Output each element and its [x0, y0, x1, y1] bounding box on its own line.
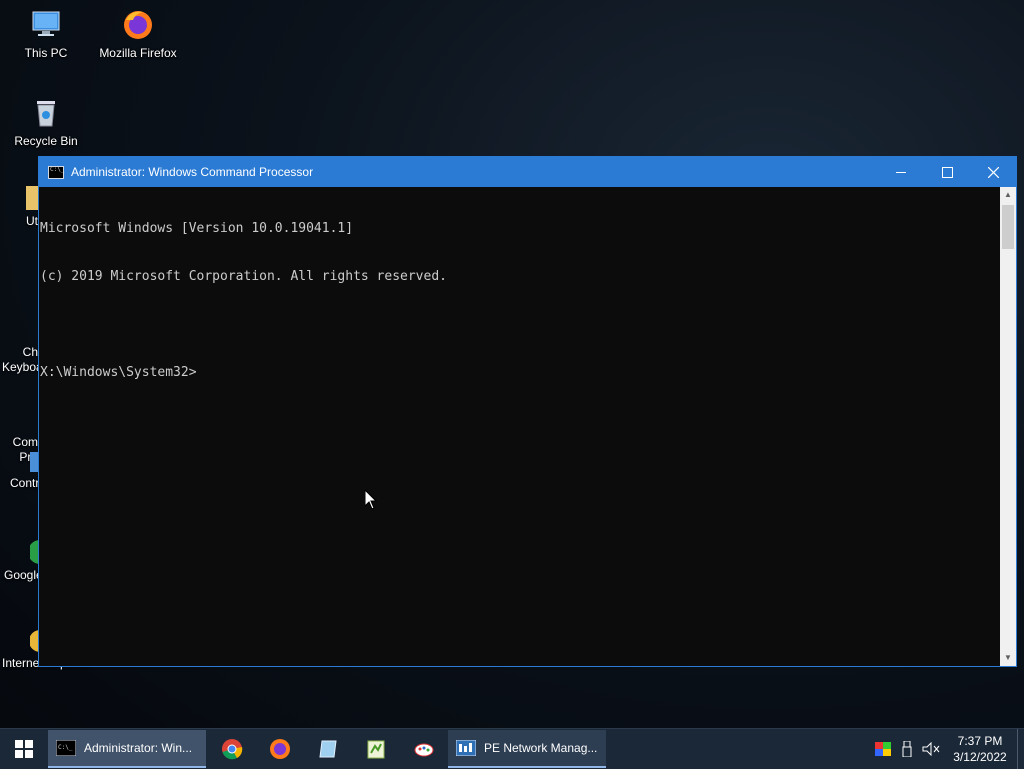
minimize-icon — [896, 171, 906, 173]
taskbar-pin-firefox[interactable] — [256, 729, 304, 769]
command-processor-window[interactable]: Administrator: Windows Command Processor… — [38, 156, 1017, 667]
firefox-icon — [121, 8, 155, 42]
desktop-icon-google-chrome[interactable]: Google — [4, 540, 43, 583]
this-pc-label: This PC — [24, 46, 68, 60]
chrome-icon — [222, 739, 243, 760]
tray-usb-icon[interactable] — [895, 729, 919, 769]
paint-icon — [414, 743, 434, 757]
notepad-icon — [319, 740, 337, 758]
console-line-version: Microsoft Windows [Version 10.0.19041.1] — [40, 221, 354, 236]
scroll-down-arrow-icon[interactable]: ▼ — [1000, 650, 1016, 666]
this-pc-icon — [29, 8, 63, 42]
firefox-icon — [270, 739, 290, 759]
maximize-button[interactable] — [924, 157, 970, 187]
minimize-button[interactable] — [878, 157, 924, 187]
console-prompt: X:\Windows\System32> — [40, 365, 197, 380]
desktop-icon-command-prompt[interactable]: Com Pro — [2, 364, 54, 465]
show-desktop-button[interactable] — [1017, 729, 1024, 769]
windows-logo-icon — [15, 740, 33, 758]
taskbar-item-command-processor[interactable]: C:\_ Administrator: Win... — [48, 730, 206, 768]
system-tray: 7:37 PM 3/12/2022 — [871, 729, 1024, 769]
taskbar-item-label: Administrator: Win... — [84, 741, 193, 755]
taskbar-pin-notepad-plus[interactable] — [352, 729, 400, 769]
close-button[interactable] — [970, 157, 1016, 187]
control-panel-label: Contr — [10, 476, 40, 490]
desktop-icon-keyboard[interactable]: Ch Keyboa — [2, 276, 54, 375]
clock-date: 3/12/2022 — [953, 750, 1007, 764]
tray-display-icon[interactable] — [871, 729, 895, 769]
console-output[interactable]: Microsoft Windows [Version 10.0.19041.1]… — [39, 187, 1000, 666]
console-prompt-line: X:\Windows\System32> — [40, 365, 1000, 381]
console-app-icon — [48, 165, 64, 179]
clock-time: 7:37 PM — [957, 734, 1003, 748]
recycle-bin-icon — [29, 96, 63, 130]
taskbar-pin-paint[interactable] — [400, 729, 448, 769]
google-label: Google — [4, 568, 43, 582]
console-taskbar-icon: C:\_ — [55, 739, 77, 757]
svg-text:C:\_: C:\_ — [58, 744, 73, 751]
mouse-cursor-icon — [365, 490, 377, 510]
desktop-icon-control-panel[interactable]: Contr — [10, 452, 40, 491]
taskbar-clock[interactable]: 7:37 PM 3/12/2022 — [943, 733, 1017, 765]
folder-icon — [26, 186, 38, 210]
desktop-icon-firefox[interactable]: Mozilla Firefox — [94, 8, 182, 60]
scroll-up-arrow-icon[interactable]: ▲ — [1000, 187, 1016, 203]
firefox-label: Mozilla Firefox — [99, 46, 177, 60]
close-icon — [987, 166, 999, 178]
window-titlebar[interactable]: Administrator: Windows Command Processor — [39, 157, 1016, 187]
network-manager-icon — [455, 739, 477, 757]
recycle-bin-label: Recycle Bin — [14, 134, 78, 148]
desktop-icon-this-pc[interactable]: This PC — [2, 8, 90, 60]
taskbar-pin-chrome[interactable] — [208, 729, 256, 769]
console-line-copyright: (c) 2019 Microsoft Corporation. All righ… — [40, 269, 447, 284]
start-button[interactable] — [0, 729, 48, 769]
vertical-scrollbar[interactable]: ▲ ▼ — [1000, 187, 1016, 666]
desktop-icon-recycle-bin[interactable]: Recycle Bin — [2, 96, 90, 148]
notepad-plus-icon — [367, 740, 385, 759]
taskbar-pin-notepad[interactable] — [304, 729, 352, 769]
console-line-blank — [40, 317, 1000, 333]
tray-volume-muted-icon[interactable] — [919, 729, 943, 769]
taskbar: C:\_ Administrator: Win... PE Network Ma… — [0, 728, 1024, 769]
window-title: Administrator: Windows Command Processor — [71, 165, 314, 179]
maximize-icon — [941, 166, 953, 178]
taskbar-item-pe-network-manager[interactable]: PE Network Manag... — [448, 730, 606, 768]
taskbar-item-network-label: PE Network Manag... — [484, 741, 598, 755]
scrollbar-thumb[interactable] — [1002, 205, 1014, 249]
